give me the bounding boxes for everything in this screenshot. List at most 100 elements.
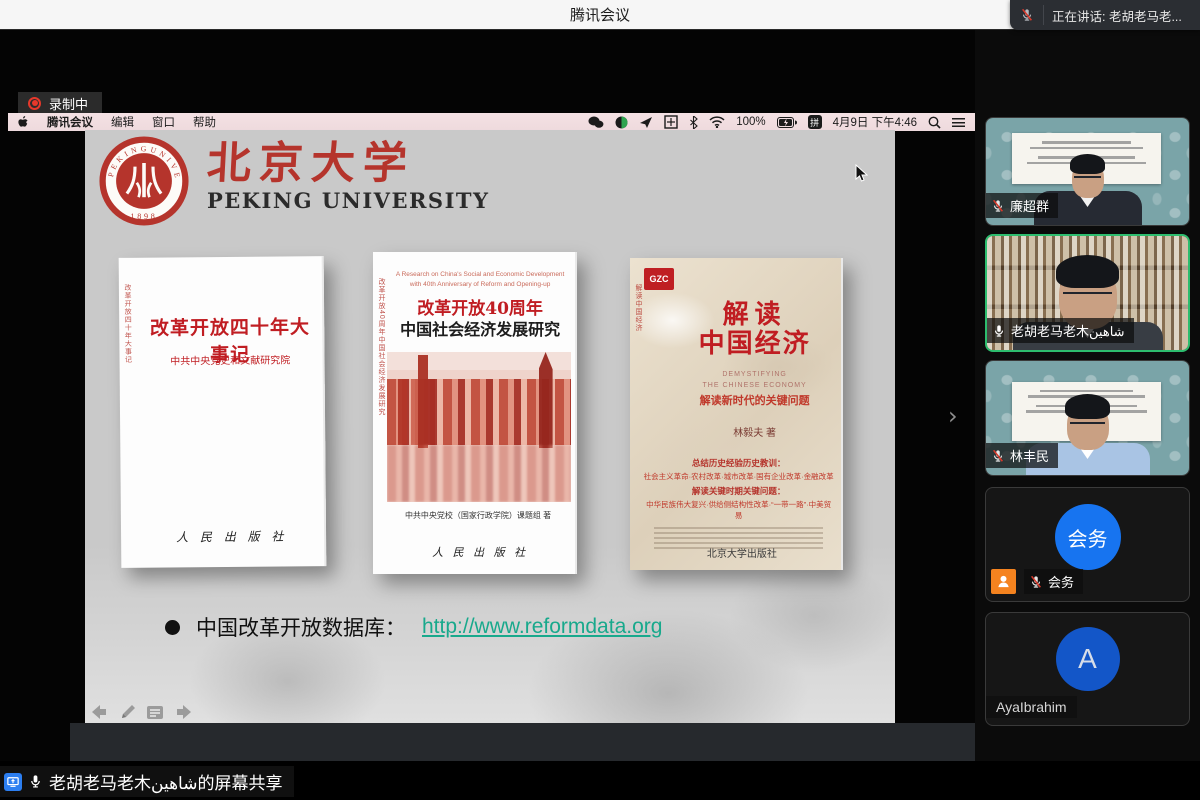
menubar-item-help[interactable]: 帮助 xyxy=(193,114,216,130)
input-method-icon[interactable]: 拼 xyxy=(808,115,822,129)
mic-muted-icon xyxy=(991,199,1005,213)
book3-title-2: 中国经济 xyxy=(683,330,826,360)
mic-muted-icon xyxy=(991,449,1005,463)
avatar-ayaibrahim: A xyxy=(1056,627,1120,691)
book1-spine: 改革开放四十年大事记 xyxy=(122,284,133,364)
reformdata-link[interactable]: http://www.reformdata.org xyxy=(422,615,662,639)
participant-tile-huiwu[interactable]: 会务 会务 xyxy=(985,487,1190,602)
recording-label: 录制中 xyxy=(49,94,88,113)
book2-title-2: 中国社会经济发展研究 xyxy=(389,316,571,340)
mic-muted-icon xyxy=(1010,5,1044,25)
book3-author: 林毅夫 著 xyxy=(683,424,826,439)
book2-skyline-image xyxy=(387,352,571,502)
pen-tool-button[interactable] xyxy=(118,702,138,722)
host-role-badge-icon xyxy=(991,569,1016,594)
book3-blurb: 总结历史经验历史教训： 社会主义革命·农村改革·城市改革·国有企业改革·金融改革… xyxy=(643,454,835,551)
menubar-item-window[interactable]: 窗口 xyxy=(152,114,175,130)
book1-author: 中共中央党史和文献研究院 xyxy=(144,351,316,368)
menubar-datetime[interactable]: 4月9日 下午4:46 xyxy=(833,114,917,130)
bluetooth-icon[interactable] xyxy=(689,115,698,129)
recording-indicator[interactable]: 录制中 xyxy=(18,92,102,114)
book-cover-2: 改革开放40周年中国社会经济发展研究 A Research on China's… xyxy=(373,252,577,574)
participant-name-label: 老胡老马老木شاهين xyxy=(987,318,1134,343)
wechat-icon[interactable] xyxy=(588,115,604,129)
book3-blurb-h1: 总结历史经验历史教训： xyxy=(643,457,835,469)
battery-percent: 100% xyxy=(736,116,765,128)
active-speaker-indicator: 正在讲话: 老胡老马老... xyxy=(1010,0,1200,30)
bullet-dot-icon xyxy=(165,620,180,635)
book3-subtitle: 解读新时代的关键问题 xyxy=(683,392,826,408)
seal-year: 1898 xyxy=(131,212,158,221)
slide-menu-button[interactable] xyxy=(145,702,165,722)
next-slide-button[interactable] xyxy=(172,702,192,722)
screen-share-icon xyxy=(4,773,22,791)
book-cover-3: GZC 解读中国经济 解读 中国经济 DEMYSTIFYING THE CHIN… xyxy=(630,258,843,570)
book3-publisher: 北京大学出版社 xyxy=(651,545,832,560)
mic-muted-icon xyxy=(1029,575,1043,589)
record-dot-icon xyxy=(28,97,41,110)
book3-title-en-1: DEMYSTIFYING xyxy=(683,370,826,381)
book3-blurb-1: 社会主义革命·农村改革·城市改革·国有企业改革·金融改革 xyxy=(643,471,835,482)
presentation-slide: P E K I N G U N I V E R S I T Y 1898 北京大… xyxy=(85,130,895,723)
book3-title-1: 解读 xyxy=(683,294,826,331)
participant-name-label: 林丰民 xyxy=(986,443,1058,468)
window-title: 腾讯会议 xyxy=(570,4,630,25)
paper-plane-icon[interactable] xyxy=(639,115,653,129)
share-banner-text: 老胡老马老木شاهين的屏幕共享 xyxy=(49,769,282,794)
participants-sidebar: 廉超群 老胡老马老木شاهين 林丰民 xyxy=(975,30,1200,761)
control-center-icon[interactable] xyxy=(952,118,965,127)
book3-spine: 解读中国经济 xyxy=(633,284,643,332)
book3-badge: GZC xyxy=(644,268,674,290)
participant-name-label: 会务 xyxy=(1024,569,1083,594)
input-source-grid-icon[interactable] xyxy=(664,115,678,129)
book3-title-en-2: THE CHINESE ECONOMY xyxy=(683,381,826,392)
participant-name-label: AyaIbrahim xyxy=(986,696,1077,718)
participant-tile-linfengmin[interactable]: 林丰民 xyxy=(985,360,1190,476)
book3-blurb-h2: 解读关键时期关键问题： xyxy=(643,485,835,497)
participant-name: AyaIbrahim xyxy=(996,699,1067,715)
slide-bullet-line: 中国改革开放数据库： http://www.reformdata.org xyxy=(165,612,662,642)
participant-tile-laohu-speaking[interactable]: 老胡老马老木شاهين xyxy=(985,234,1190,352)
book2-author: 中共中央党校（国家行政学院）课题组 著 xyxy=(383,510,573,521)
slideshow-toolbar xyxy=(91,702,192,722)
avatar-huiwu: 会务 xyxy=(1055,504,1121,570)
book2-publisher: 人 民 出 版 社 xyxy=(393,544,566,560)
presenter-app-strip xyxy=(70,723,975,761)
bullet-text: 中国改革开放数据库： xyxy=(196,612,406,642)
sidebar-collapse-chevron[interactable]: › xyxy=(948,402,958,430)
university-name-en: PEKING UNIVERSITY xyxy=(207,188,490,213)
wifi-icon[interactable] xyxy=(709,115,725,129)
book-cover-1: 改革开放四十年大事记 改革开放四十年大事记 中共中央党史和文献研究院 人 民 出… xyxy=(119,256,327,568)
mouse-cursor xyxy=(855,164,868,188)
menubar-item-edit[interactable]: 编辑 xyxy=(111,114,134,130)
book3-blurb-2: 中华民族伟大复兴·供给侧结构性改革·“一带一路”·中美贸易 xyxy=(643,499,835,521)
university-name-cn: 北京大学 xyxy=(206,142,491,186)
pku-seal-icon: P E K I N G U N I V E R S I T Y 1898 xyxy=(99,136,189,226)
participant-tile-lianchaoqun[interactable]: 廉超群 xyxy=(985,117,1190,226)
participant-name: 林丰民 xyxy=(1010,446,1049,465)
participant-tile-ayaibrahim[interactable]: A AyaIbrahim xyxy=(985,612,1190,726)
tencent-meeting-window: 腾讯会议 正在讲话: 老胡老马老... 录制中 腾讯会议 编辑 窗口 帮助 xyxy=(0,0,1200,800)
pku-logo-header: P E K I N G U N I V E R S I T Y 1898 北京大… xyxy=(99,136,490,226)
participant-name: 会务 xyxy=(1048,572,1074,591)
macos-menubar: 腾讯会议 编辑 窗口 帮助 xyxy=(8,113,975,131)
apple-logo-icon[interactable] xyxy=(18,115,29,129)
participant-name-label: 廉超群 xyxy=(986,193,1058,218)
mic-on-icon xyxy=(992,324,1006,338)
battery-icon[interactable] xyxy=(777,115,797,129)
active-speaker-text: 正在讲话: 老胡老马老... xyxy=(1044,6,1182,25)
book2-title-en-2: with 40th Anniversary of Reform and Open… xyxy=(393,280,566,290)
book1-publisher: 人 民 出 版 社 xyxy=(146,527,318,546)
prev-slide-button[interactable] xyxy=(91,702,111,722)
mic-on-icon xyxy=(28,774,43,789)
screen-share-view: 录制中 腾讯会议 编辑 窗口 帮助 xyxy=(0,30,975,761)
book2-title-en-1: A Research on China's Social and Economi… xyxy=(393,270,566,280)
bottom-bar: 老胡老马老木شاهين的屏幕共享 xyxy=(0,761,1200,800)
book2-spine: 改革开放40周年中国社会经济发展研究 xyxy=(376,278,386,416)
participant-name: 廉超群 xyxy=(1010,196,1049,215)
menubar-app-name[interactable]: 腾讯会议 xyxy=(47,114,93,130)
participant-name: 老胡老马老木شاهين xyxy=(1011,321,1125,340)
spotlight-search-icon[interactable] xyxy=(928,115,941,129)
status-circle-icon[interactable] xyxy=(615,115,628,129)
screen-share-banner: 老胡老马老木شاهين的屏幕共享 xyxy=(0,766,294,797)
